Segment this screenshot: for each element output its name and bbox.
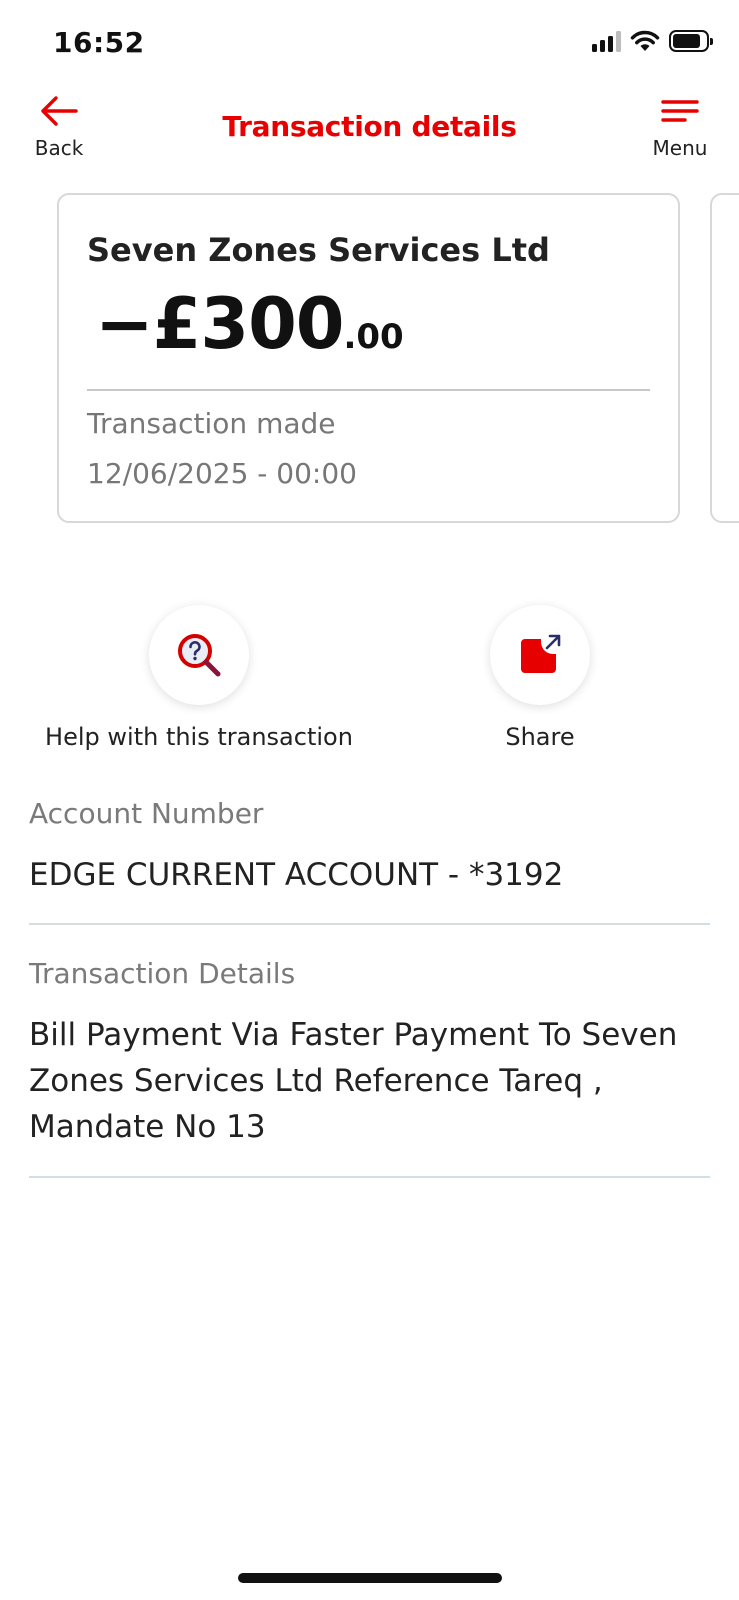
menu-label: Menu xyxy=(652,136,708,160)
status-icons xyxy=(592,30,713,52)
merchant-name: Seven Zones Services Ltd xyxy=(87,231,550,269)
amount-minor: .00 xyxy=(343,317,404,357)
app-header: Back Transaction details Menu xyxy=(0,90,739,170)
card-divider xyxy=(87,389,650,391)
account-divider xyxy=(29,923,710,925)
amount-major: −£300 xyxy=(95,283,344,365)
magnifier-question-icon xyxy=(178,634,221,677)
share-label: Share xyxy=(505,723,575,751)
status-bar: 16:52 xyxy=(0,0,739,90)
transaction-card: Seven Zones Services Ltd −£300.00 Transa… xyxy=(57,193,680,523)
hamburger-menu-icon xyxy=(661,100,699,122)
transaction-amount: −£300.00 xyxy=(95,283,404,365)
share-icon xyxy=(521,634,561,673)
transaction-details-value: Bill Payment Via Faster Payment To Seven… xyxy=(29,1017,678,1145)
battery-icon xyxy=(669,30,713,52)
status-time: 16:52 xyxy=(53,26,145,59)
transaction-details-label: Transaction Details xyxy=(29,957,296,990)
menu-button[interactable]: Menu xyxy=(635,94,725,160)
transaction-details-screen: 16:52 Back Transaction details Menu Seve… xyxy=(0,0,739,1600)
next-card-peek[interactable] xyxy=(710,193,739,523)
help-action-circle xyxy=(149,605,249,705)
transaction-made-label: Transaction made xyxy=(87,407,336,440)
share-button[interactable]: Share xyxy=(400,605,680,751)
help-label: Help with this transaction xyxy=(45,723,353,751)
transaction-details-divider xyxy=(29,1176,710,1178)
account-number-label: Account Number xyxy=(29,797,264,830)
account-number-value: EDGE CURRENT ACCOUNT - *3192 xyxy=(29,857,564,893)
page-title: Transaction details xyxy=(222,110,517,143)
wifi-icon xyxy=(630,30,660,51)
help-with-transaction-button[interactable]: Help with this transaction xyxy=(0,605,398,751)
transaction-made-date: 12/06/2025 - 00:00 xyxy=(87,457,357,490)
share-action-circle xyxy=(490,605,590,705)
home-indicator[interactable] xyxy=(238,1573,502,1583)
cellular-signal-icon xyxy=(592,30,621,52)
